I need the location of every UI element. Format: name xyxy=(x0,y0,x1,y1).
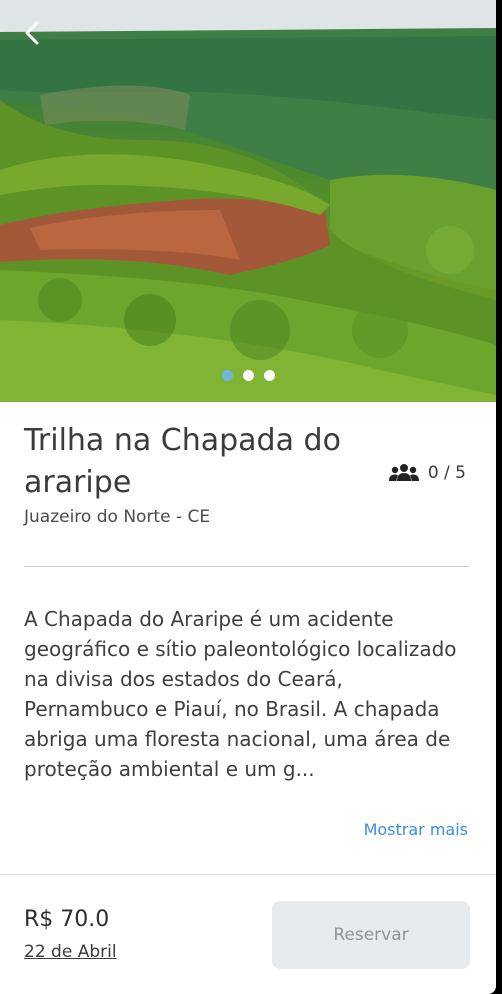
chevron-left-icon xyxy=(25,21,39,45)
event-detail-screen: Trilha na Chapada do araripe 0 / 5 Juaze… xyxy=(0,0,496,994)
hero-image xyxy=(0,0,496,402)
section-divider xyxy=(24,566,469,567)
carousel-dot[interactable] xyxy=(242,370,254,381)
group-icon xyxy=(388,464,419,481)
event-description: A Chapada do Araripe é um acidente geogr… xyxy=(24,607,457,781)
price-label: R$ 70.0 xyxy=(24,907,110,932)
event-date-link[interactable]: 22 de Abril xyxy=(24,942,117,962)
capacity-indicator: 0 / 5 xyxy=(388,463,466,483)
back-button[interactable] xyxy=(22,20,62,60)
footer-divider xyxy=(0,874,496,875)
carousel-dot[interactable] xyxy=(263,370,275,381)
reserve-button[interactable]: Reservar xyxy=(272,901,470,969)
show-more-link[interactable]: Mostrar mais xyxy=(364,820,468,839)
carousel-dot[interactable] xyxy=(221,370,233,381)
capacity-count: 0 / 5 xyxy=(427,463,466,483)
hero-landscape-illustration xyxy=(0,0,496,402)
event-title: Trilha na Chapada do araripe xyxy=(24,423,341,500)
event-location: Juazeiro do Norte - CE xyxy=(24,507,211,527)
carousel-indicator xyxy=(0,370,496,381)
